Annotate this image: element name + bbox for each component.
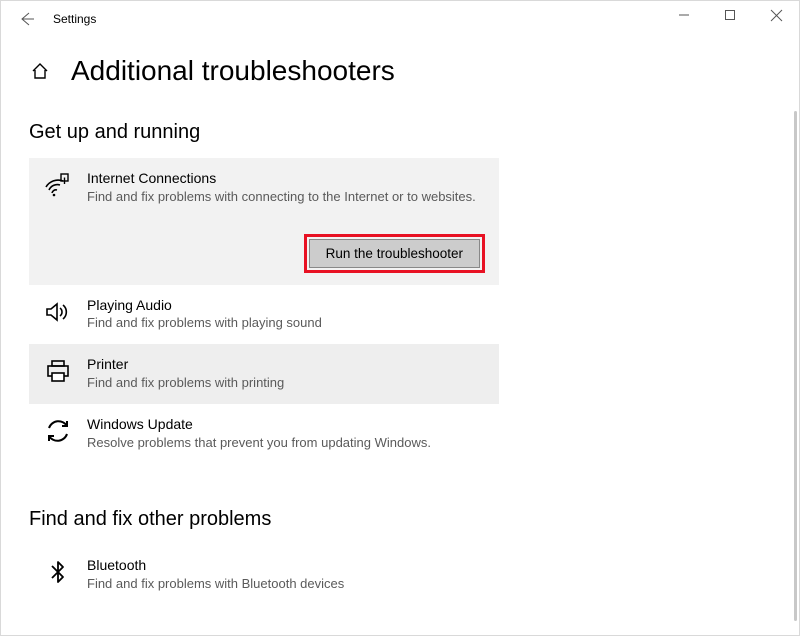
back-button[interactable] (15, 11, 39, 27)
speaker-icon (43, 297, 73, 327)
troubleshooter-desc: Find and fix problems with printing (87, 375, 485, 392)
title-bar: Settings (1, 1, 799, 37)
section-title-other: Find and fix other problems (29, 508, 771, 531)
section-title-getup: Get up and running (29, 121, 771, 144)
troubleshooter-internet-connections[interactable]: Internet Connections Find and fix proble… (29, 158, 499, 285)
wifi-icon (43, 170, 73, 200)
highlight-annotation: Run the troubleshooter (304, 234, 485, 273)
settings-window: Settings Additional troubleshooters Get … (0, 0, 800, 636)
troubleshooter-desc: Find and fix problems with playing sound (87, 315, 485, 332)
troubleshooter-bluetooth[interactable]: Bluetooth Find and fix problems with Blu… (29, 545, 499, 605)
bluetooth-icon (43, 557, 73, 587)
troubleshooter-windows-update[interactable]: Windows Update Resolve problems that pre… (29, 404, 499, 464)
window-title: Settings (53, 12, 96, 26)
troubleshooter-name: Bluetooth (87, 557, 485, 574)
troubleshooter-desc: Find and fix problems with connecting to… (87, 189, 485, 206)
printer-icon (43, 356, 73, 386)
page-heading: Additional troubleshooters (29, 55, 771, 87)
home-icon[interactable] (29, 61, 51, 81)
window-controls (661, 1, 799, 29)
troubleshooter-name: Internet Connections (87, 170, 485, 187)
close-button[interactable] (753, 1, 799, 29)
troubleshooter-list-other: Bluetooth Find and fix problems with Blu… (29, 545, 499, 605)
maximize-button[interactable] (707, 1, 753, 29)
run-troubleshooter-button[interactable]: Run the troubleshooter (309, 239, 480, 268)
troubleshooter-name: Windows Update (87, 416, 485, 433)
troubleshooter-name: Playing Audio (87, 297, 485, 314)
troubleshooter-name: Printer (87, 356, 485, 373)
minimize-button[interactable] (661, 1, 707, 29)
troubleshooter-desc: Find and fix problems with Bluetooth dev… (87, 576, 485, 593)
troubleshooter-desc: Resolve problems that prevent you from u… (87, 435, 485, 452)
troubleshooter-printer[interactable]: Printer Find and fix problems with print… (29, 344, 499, 404)
refresh-icon (43, 416, 73, 446)
troubleshooter-list-getup: Internet Connections Find and fix proble… (29, 158, 499, 464)
content-area: Additional troubleshooters Get up and ru… (1, 37, 799, 635)
page-title: Additional troubleshooters (71, 55, 395, 87)
troubleshooter-playing-audio[interactable]: Playing Audio Find and fix problems with… (29, 285, 499, 345)
